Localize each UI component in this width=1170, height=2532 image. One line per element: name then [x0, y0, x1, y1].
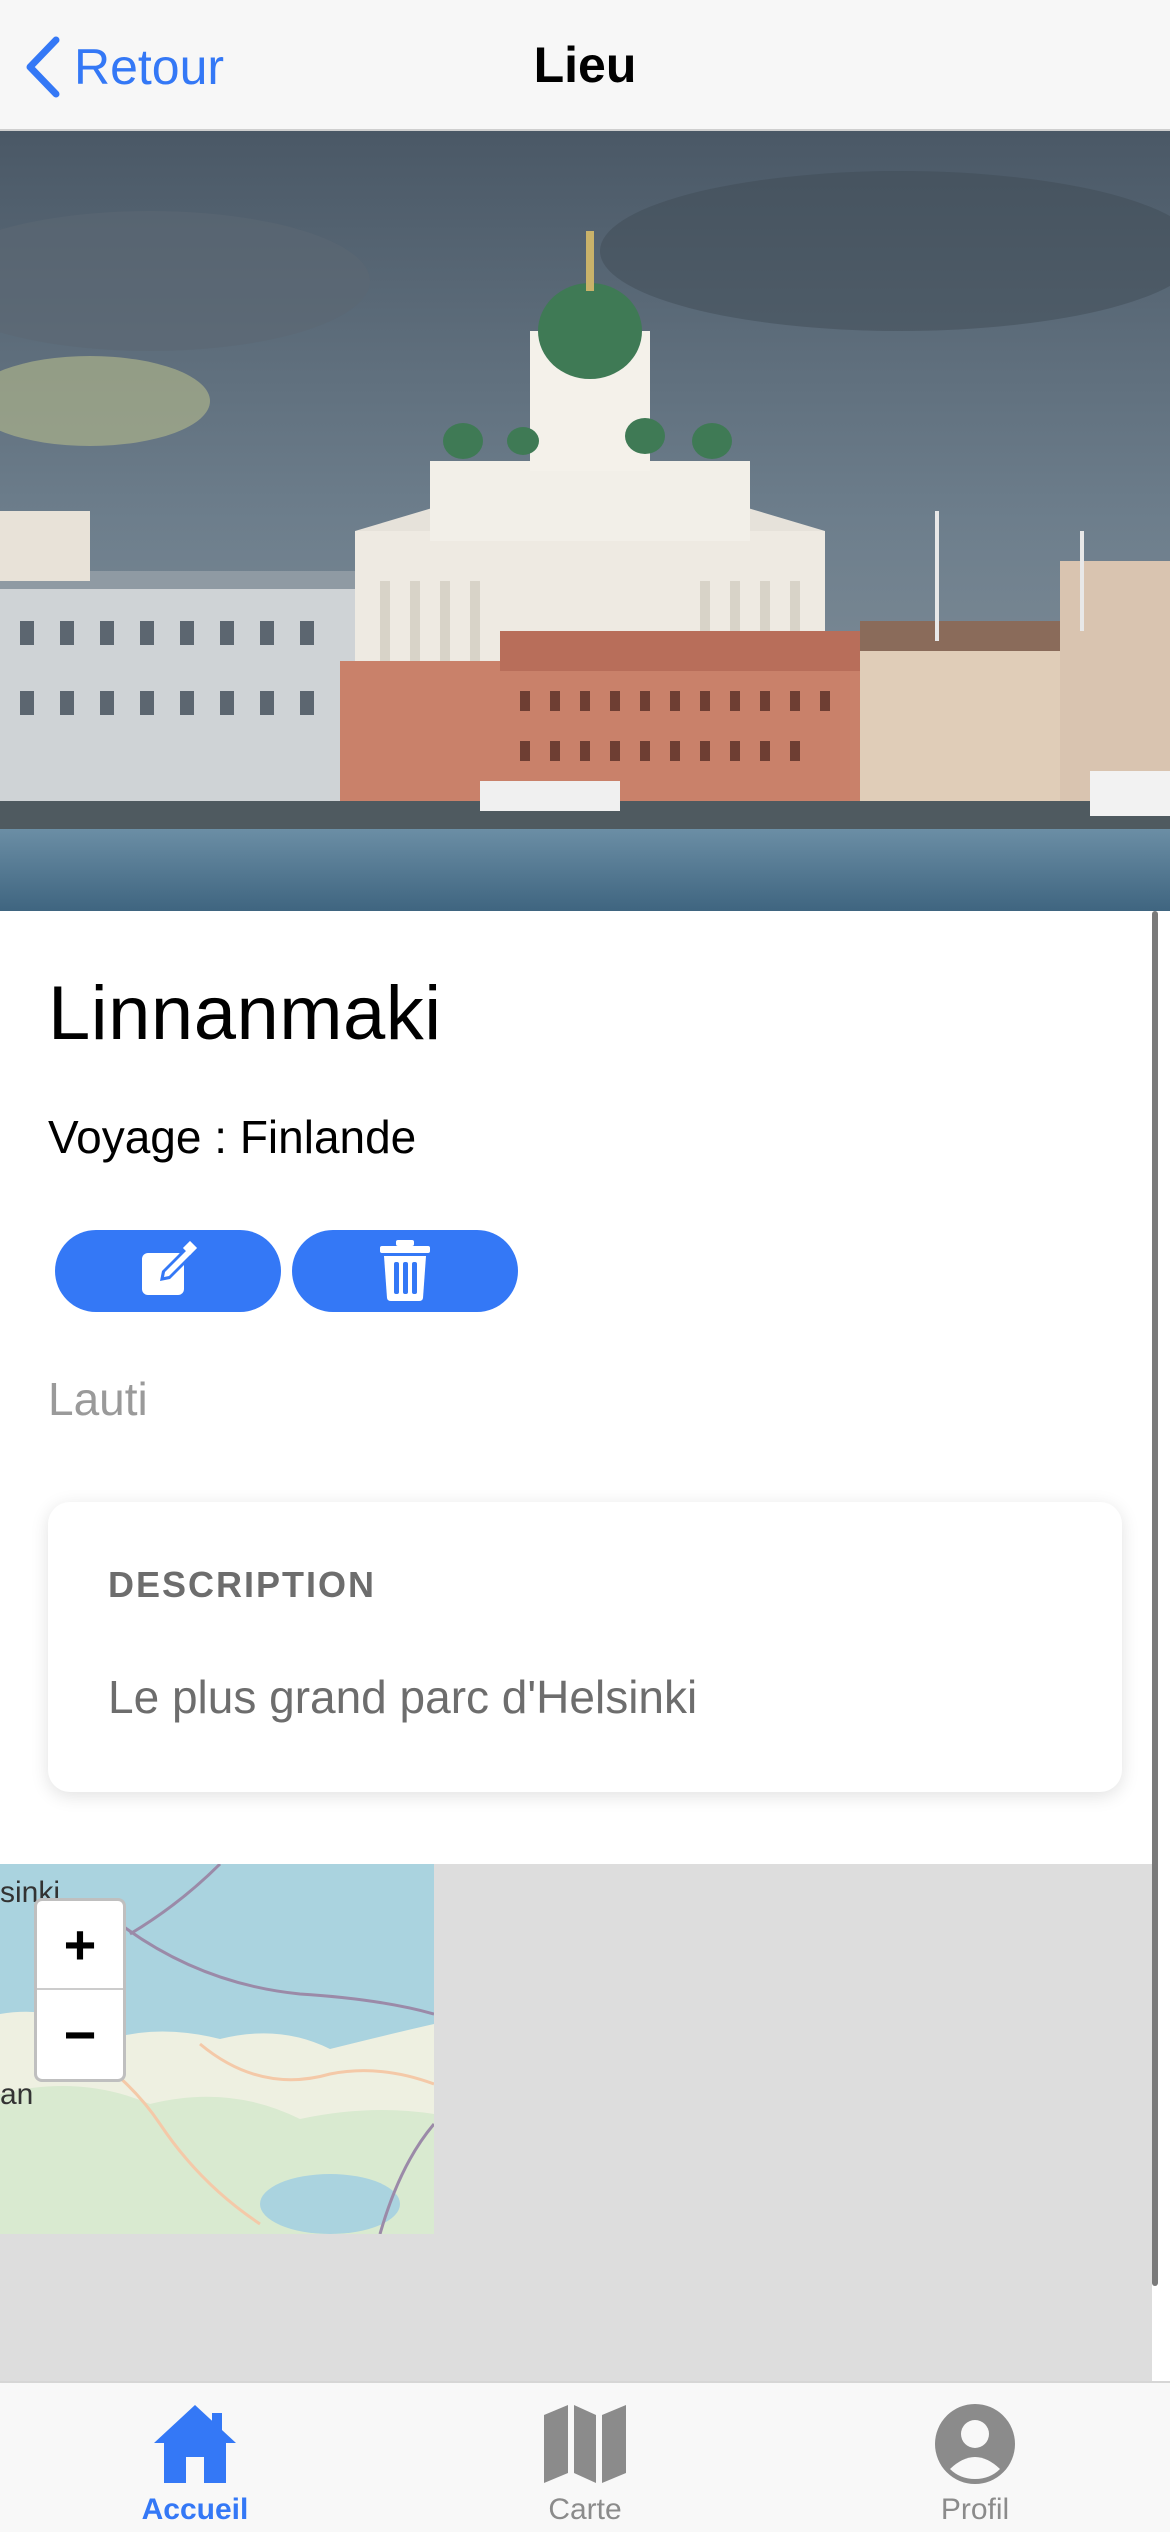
tab-profile[interactable]: Profil — [855, 2383, 1095, 2532]
navigation-bar: Retour Lieu — [0, 0, 1170, 131]
tab-profile-label: Profil — [940, 2493, 1010, 2526]
map-label-region: an — [0, 2078, 33, 2111]
tab-home[interactable]: Accueil — [75, 2383, 315, 2532]
zoom-in-button[interactable]: + — [37, 1901, 123, 1990]
author-name: Lauti — [48, 1373, 148, 1425]
edit-icon — [142, 1241, 198, 1295]
trash-icon — [380, 1240, 430, 1301]
description-text: Le plus grand parc d'Helsinki — [108, 1671, 698, 1723]
home-icon — [154, 2405, 236, 2483]
place-photo — [0, 131, 1170, 911]
place-name: Linnanmaki — [48, 971, 442, 1056]
delete-button[interactable] — [292, 1230, 518, 1312]
scroll-indicator[interactable] — [1152, 911, 1158, 2286]
page-title: Lieu — [533, 37, 637, 93]
map-view[interactable]: sinki an + − — [0, 1864, 1152, 2381]
tab-map-label: Carte — [548, 2493, 622, 2526]
description-heading: DESCRIPTION — [108, 1564, 377, 1605]
trip-label: Voyage : Finlande — [48, 1111, 417, 1163]
description-card: DESCRIPTION Le plus grand parc d'Helsink… — [48, 1502, 1122, 1792]
zoom-control: + − — [34, 1898, 126, 2082]
edit-button[interactable] — [55, 1230, 281, 1312]
tab-bar: Accueil Carte Profil — [0, 2381, 1170, 2532]
user-circle-icon — [935, 2404, 1015, 2484]
zoom-out-button[interactable]: − — [37, 1990, 123, 2079]
tab-home-label: Accueil — [141, 2493, 249, 2526]
map-icon — [544, 2405, 626, 2483]
app-screen: Retour Lieu Linnanmaki Voyage: Finlande… — [0, 0, 1170, 2532]
tab-map[interactable]: Carte — [465, 2383, 705, 2532]
